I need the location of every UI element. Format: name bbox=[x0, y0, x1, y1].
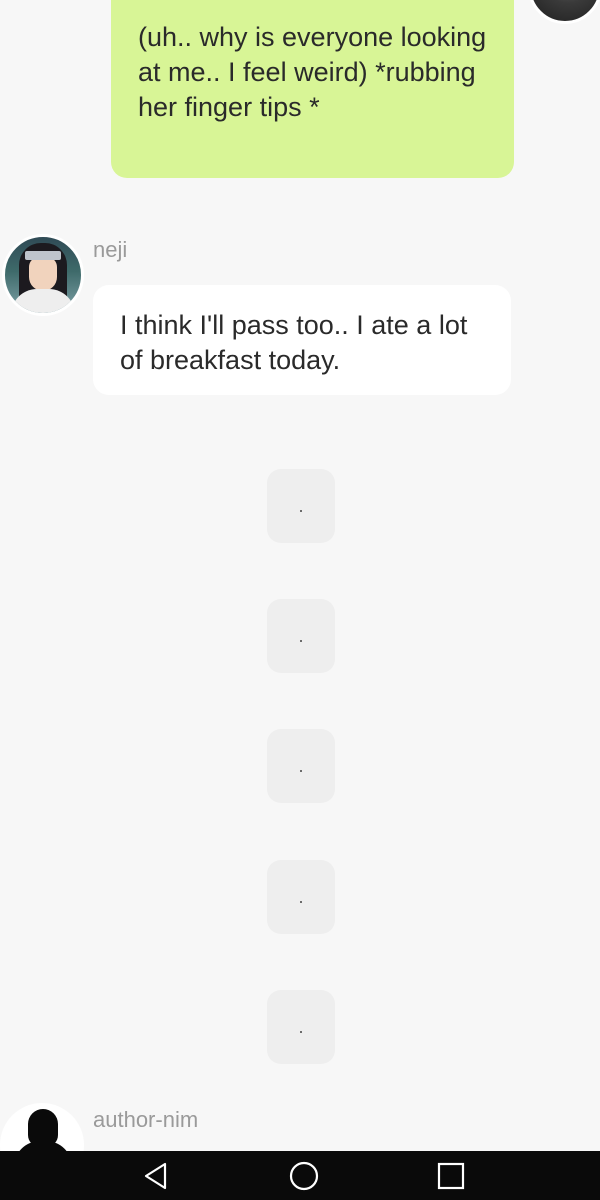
placeholder-text: . bbox=[298, 756, 304, 776]
recents-button[interactable] bbox=[421, 1151, 481, 1200]
back-button[interactable] bbox=[126, 1151, 186, 1200]
placeholder-text: . bbox=[298, 626, 304, 646]
system-navigation-bar bbox=[0, 1151, 600, 1200]
placeholder-text: . bbox=[298, 496, 304, 516]
chat-view[interactable]: (uh.. why is everyone looking at me.. I … bbox=[0, 0, 600, 1151]
outgoing-message-bubble[interactable]: (uh.. why is everyone looking at me.. I … bbox=[111, 0, 514, 178]
circle-home-icon bbox=[289, 1161, 319, 1191]
home-button[interactable] bbox=[274, 1151, 334, 1200]
placeholder-message-bubble[interactable]: . bbox=[267, 860, 335, 934]
triangle-back-icon bbox=[144, 1162, 167, 1190]
square-recents-icon bbox=[437, 1162, 465, 1190]
placeholder-text: . bbox=[298, 1017, 304, 1037]
self-avatar-icon[interactable] bbox=[528, 0, 600, 24]
placeholder-text: . bbox=[298, 887, 304, 907]
incoming-message-bubble[interactable]: I think I'll pass too.. I ate a lot of b… bbox=[93, 285, 511, 395]
neji-avatar-icon[interactable] bbox=[2, 234, 84, 316]
outgoing-message-text: (uh.. why is everyone looking at me.. I … bbox=[138, 22, 487, 122]
placeholder-message-bubble[interactable]: . bbox=[267, 990, 335, 1064]
sender-name-author: author-nim bbox=[93, 1107, 199, 1132]
author-avatar-icon[interactable] bbox=[0, 1103, 84, 1151]
placeholder-message-bubble[interactable]: . bbox=[267, 729, 335, 803]
sender-name-neji: neji bbox=[93, 237, 128, 262]
incoming-message-text: I think I'll pass too.. I ate a lot of b… bbox=[120, 310, 468, 375]
placeholder-message-bubble[interactable]: . bbox=[267, 599, 335, 673]
placeholder-message-bubble[interactable]: . bbox=[267, 469, 335, 543]
